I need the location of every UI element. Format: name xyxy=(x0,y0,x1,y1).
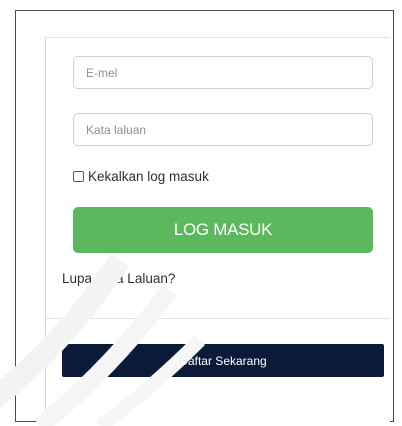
password-field[interactable] xyxy=(73,113,373,146)
remember-me-checkbox[interactable] xyxy=(73,170,84,182)
register-button[interactable]: Daftar Sekarang xyxy=(62,344,384,377)
email-field[interactable] xyxy=(73,56,373,89)
login-button[interactable]: LOG MASUK xyxy=(73,207,373,253)
remember-me-label[interactable]: Kekalkan log masuk xyxy=(88,169,209,184)
remember-me-row[interactable]: Kekalkan log masuk xyxy=(73,167,209,185)
forgot-password-link[interactable]: Lupa Kata Laluan? xyxy=(62,271,175,286)
divider xyxy=(46,318,390,319)
login-screen: Kekalkan log masuk LOG MASUK Lupa Kata L… xyxy=(0,0,402,426)
